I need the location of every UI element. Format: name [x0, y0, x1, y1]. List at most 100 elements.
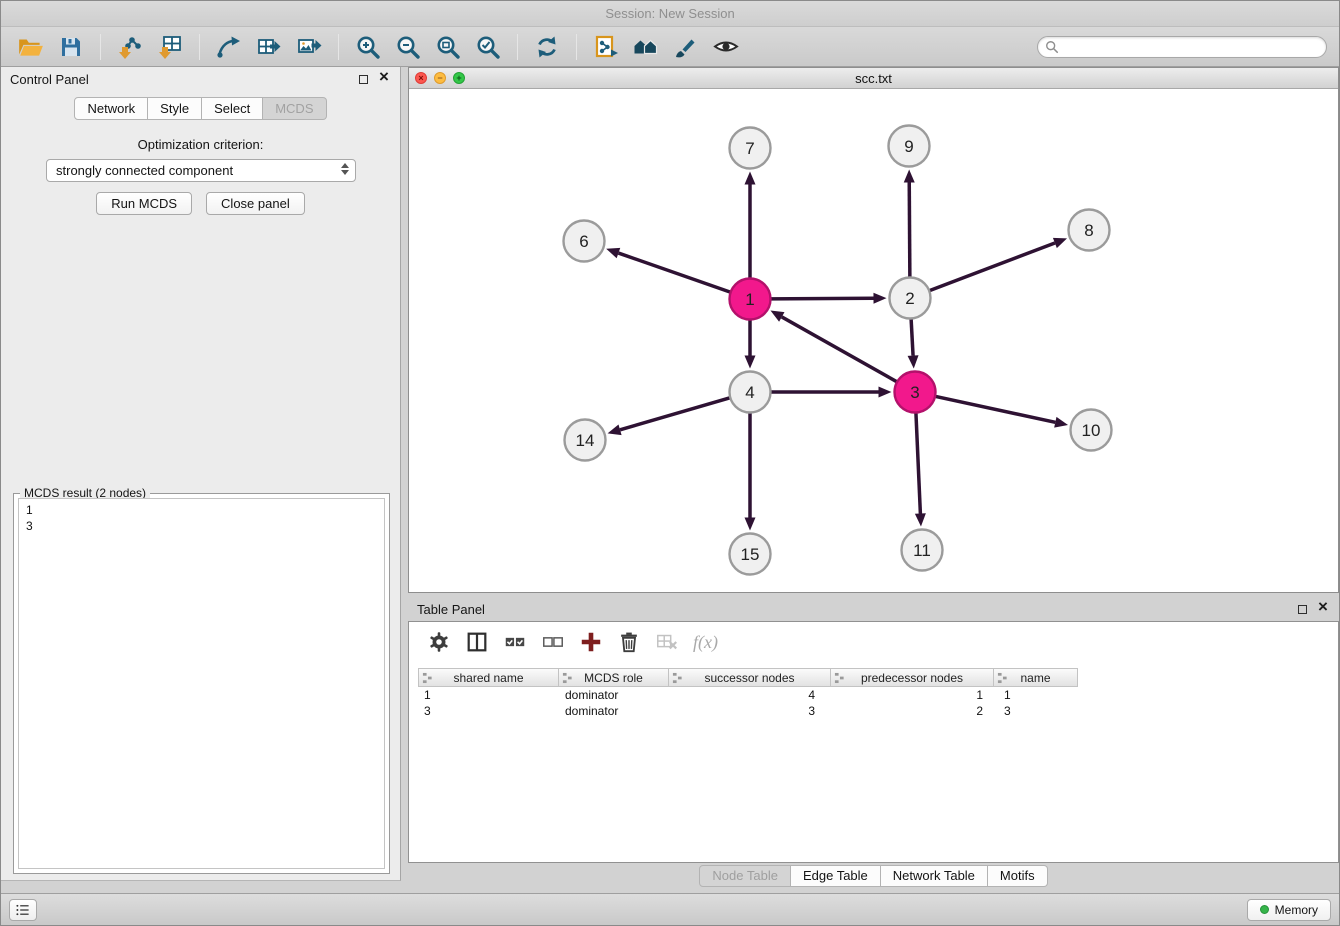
close-panel-button[interactable]: Close panel	[206, 192, 305, 215]
tab-motifs[interactable]: Motifs	[988, 865, 1048, 887]
float-panel-icon[interactable]	[1298, 605, 1307, 614]
tab-network[interactable]: Network	[74, 97, 148, 120]
export-table-button[interactable]	[251, 30, 287, 64]
cell-name[interactable]: 1	[994, 687, 1078, 703]
paint-brush-icon	[673, 34, 699, 60]
node-3[interactable]: 3	[895, 372, 936, 413]
edge-4-14[interactable]	[620, 398, 730, 430]
open-session-button[interactable]	[13, 30, 49, 64]
table-row[interactable]: 1 dominator 4 1 1	[418, 687, 1329, 703]
column-header-shared-name[interactable]: shared name	[418, 668, 559, 687]
apply-style-button[interactable]	[668, 30, 704, 64]
node-4[interactable]: 4	[730, 372, 771, 413]
function-builder-button[interactable]: f(x)	[693, 632, 718, 653]
tab-style[interactable]: Style	[148, 97, 202, 120]
zoom-out-button[interactable]	[390, 30, 426, 64]
edge-1-2[interactable]	[770, 298, 873, 299]
add-button[interactable]	[575, 627, 607, 657]
optimization-criterion-select[interactable]: strongly connected component	[46, 159, 356, 182]
export-network-button[interactable]	[211, 30, 247, 64]
delete-table-button[interactable]	[651, 627, 683, 657]
edge-2-9[interactable]	[909, 182, 910, 277]
node-7[interactable]: 7	[730, 128, 771, 169]
edge-3-1[interactable]	[782, 317, 897, 382]
cell-mcds-role[interactable]: dominator	[559, 703, 669, 719]
mcds-buttons: Run MCDS Close panel	[1, 192, 400, 215]
tab-network-table[interactable]: Network Table	[881, 865, 988, 887]
window-close-icon[interactable]	[415, 72, 427, 84]
node-8[interactable]: 8	[1069, 210, 1110, 251]
first-neighbors-button[interactable]	[628, 30, 664, 64]
zoom-fit-button[interactable]	[430, 30, 466, 64]
cell-name[interactable]: 3	[994, 703, 1078, 719]
cell-predecessor-nodes[interactable]: 1	[831, 687, 994, 703]
column-header-mcds-role[interactable]: MCDS role	[559, 668, 669, 687]
cell-predecessor-nodes[interactable]: 2	[831, 703, 994, 719]
import-table-button[interactable]	[152, 30, 188, 64]
edge-arrowhead-icon	[745, 172, 756, 185]
dropdown-stepper-icon	[341, 163, 349, 175]
edge-arrowhead-icon	[606, 248, 620, 258]
cell-mcds-role[interactable]: dominator	[559, 687, 669, 703]
new-network-from-selection-button[interactable]	[588, 30, 624, 64]
node-6[interactable]: 6	[564, 221, 605, 262]
node-1[interactable]: 1	[730, 279, 771, 320]
column-header-name[interactable]: name	[994, 668, 1078, 687]
tab-select[interactable]: Select	[202, 97, 263, 120]
zoom-in-button[interactable]	[350, 30, 386, 64]
node-10[interactable]: 10	[1071, 410, 1112, 451]
cell-shared-name[interactable]: 1	[418, 687, 559, 703]
node-15[interactable]: 15	[730, 534, 771, 575]
export-image-button[interactable]	[291, 30, 327, 64]
delete-button[interactable]	[613, 627, 645, 657]
window-minimize-icon[interactable]	[434, 72, 446, 84]
edge-1-6[interactable]	[618, 253, 730, 292]
window-zoom-icon[interactable]	[453, 72, 465, 84]
deselect-all-button[interactable]	[537, 627, 569, 657]
memory-button[interactable]: Memory	[1247, 899, 1331, 921]
toggle-columns-button[interactable]	[461, 627, 493, 657]
save-session-button[interactable]	[53, 30, 89, 64]
close-panel-icon[interactable]	[1318, 603, 1330, 615]
network-window-titlebar[interactable]: scc.txt	[409, 68, 1338, 89]
edge-arrowhead-icon	[908, 355, 919, 368]
node-label: 3	[910, 383, 919, 402]
table-row[interactable]: 3 dominator 3 2 3	[418, 703, 1329, 719]
cell-shared-name[interactable]: 3	[418, 703, 559, 719]
window-titlebar[interactable]: Session: New Session	[1, 1, 1339, 27]
deselect-all-icon	[541, 630, 565, 654]
node-14[interactable]: 14	[565, 420, 606, 461]
column-settings-button[interactable]	[423, 627, 455, 657]
node-label: 14	[576, 431, 595, 450]
edge-3-11[interactable]	[916, 412, 920, 513]
search-box[interactable]	[1037, 36, 1327, 58]
show-hide-button[interactable]	[708, 30, 744, 64]
cell-successor-nodes[interactable]: 4	[669, 687, 831, 703]
select-all-button[interactable]	[499, 627, 531, 657]
task-history-button[interactable]	[9, 899, 37, 921]
search-input[interactable]	[1064, 40, 1319, 54]
zoom-fit-icon	[435, 34, 461, 60]
float-panel-icon[interactable]	[359, 75, 368, 84]
node-11[interactable]: 11	[902, 530, 943, 571]
edge-2-8[interactable]	[929, 243, 1055, 291]
edge-3-10[interactable]	[935, 396, 1055, 422]
column-header-successor-nodes[interactable]: successor nodes	[669, 668, 831, 687]
import-network-button[interactable]	[112, 30, 148, 64]
tab-node-table[interactable]: Node Table	[699, 865, 791, 887]
edge-2-3[interactable]	[911, 318, 913, 355]
close-panel-icon[interactable]	[379, 73, 391, 85]
tab-edge-table[interactable]: Edge Table	[791, 865, 881, 887]
mcds-result-text[interactable]: 1 3	[18, 498, 385, 869]
network-canvas[interactable]: 7 9 6 8 1 2 4 3 14 10 15 11	[409, 90, 1338, 592]
apply-layout-button[interactable]	[529, 30, 565, 64]
tab-mcds[interactable]: MCDS	[263, 97, 326, 120]
zoom-selected-button[interactable]	[470, 30, 506, 64]
column-header-predecessor-nodes[interactable]: predecessor nodes	[831, 668, 994, 687]
run-mcds-button[interactable]: Run MCDS	[96, 192, 192, 215]
node-2[interactable]: 2	[890, 278, 931, 319]
cell-successor-nodes[interactable]: 3	[669, 703, 831, 719]
zoom-out-icon	[395, 34, 421, 60]
table-panel-header: Table Panel	[408, 597, 1339, 621]
node-9[interactable]: 9	[889, 126, 930, 167]
